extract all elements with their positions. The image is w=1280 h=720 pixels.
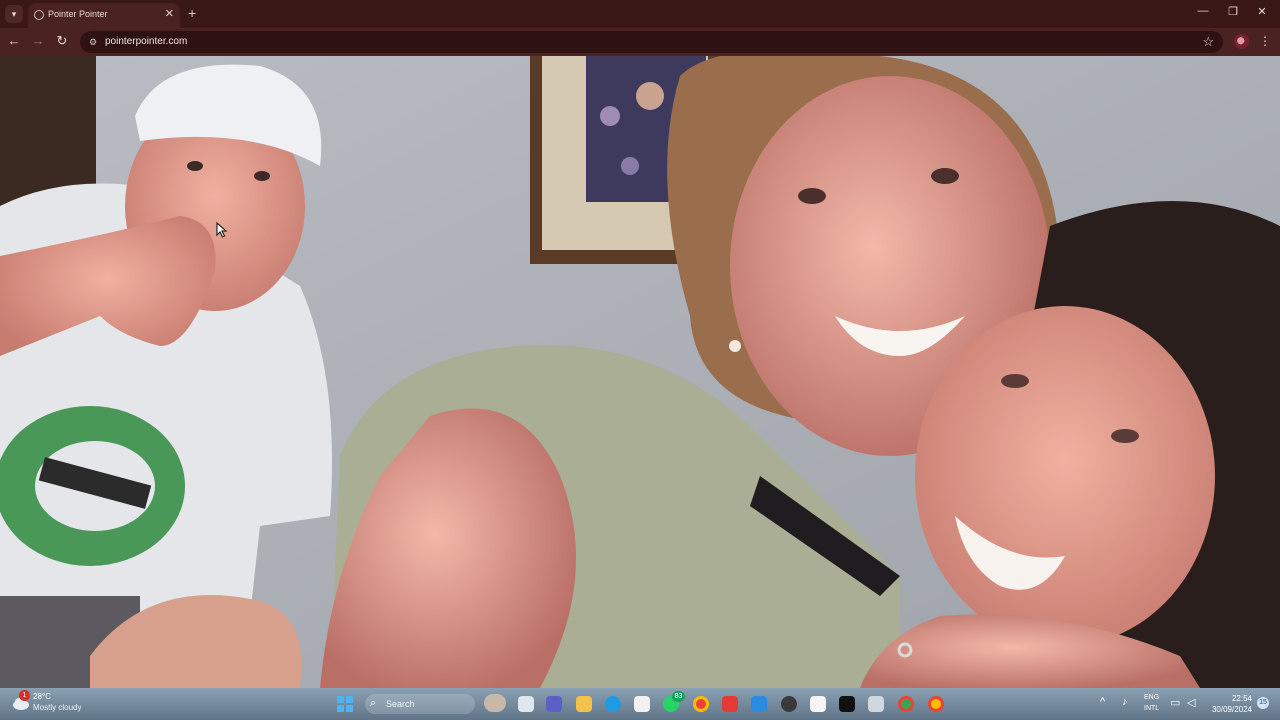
edge-icon[interactable] bbox=[605, 696, 621, 712]
weather-condition[interactable]: Mostly cloudy bbox=[33, 703, 81, 712]
language-indicator[interactable]: ENG bbox=[1144, 694, 1159, 701]
calendar-icon[interactable] bbox=[751, 696, 767, 712]
profile-avatar[interactable] bbox=[1234, 34, 1249, 49]
site-info-icon[interactable]: ⚙ bbox=[87, 36, 99, 48]
taskbar-search[interactable]: ⌕ Search bbox=[365, 694, 475, 714]
windows-taskbar: 1 28°C Mostly cloudy ⌕ Search 83 ^ ♪ ENG… bbox=[0, 688, 1280, 720]
calculator-icon[interactable] bbox=[868, 696, 884, 712]
page-photo[interactable] bbox=[0, 56, 1280, 688]
notification-badge[interactable]: 15 bbox=[1257, 697, 1269, 709]
tab-title: Pointer Pointer bbox=[48, 9, 108, 19]
search-icon: ⌕ bbox=[370, 697, 377, 709]
browser-tab[interactable]: Pointer Pointer ✕ bbox=[28, 3, 180, 28]
chrome-profile-2-icon[interactable] bbox=[928, 696, 944, 712]
weather-temperature[interactable]: 28°C bbox=[33, 692, 51, 701]
minimize-button[interactable]: — bbox=[1195, 5, 1211, 17]
document-icon[interactable] bbox=[810, 696, 826, 712]
clock-date[interactable]: 30/09/2024 bbox=[1202, 705, 1252, 714]
chevron-down-icon: ▾ bbox=[11, 8, 17, 19]
browser-titlebar: ▾ Pointer Pointer ✕ + — ❐ ✕ bbox=[0, 0, 1280, 28]
network-icon[interactable]: ▭ bbox=[1170, 696, 1180, 709]
bookmark-star-icon[interactable]: ☆ bbox=[1202, 34, 1214, 50]
back-button[interactable]: ← bbox=[6, 33, 22, 49]
app-s-icon[interactable] bbox=[722, 696, 738, 712]
tab-search-menu-button[interactable]: ▾ bbox=[5, 5, 23, 23]
mouse-cursor-icon bbox=[216, 222, 228, 238]
tiktok-icon[interactable] bbox=[839, 696, 855, 712]
window-close-button[interactable]: ✕ bbox=[1254, 5, 1270, 18]
close-icon[interactable]: ✕ bbox=[165, 7, 174, 20]
app-dark-icon[interactable] bbox=[781, 696, 797, 712]
widget-thumbnail-icon[interactable] bbox=[484, 694, 506, 712]
keyboard-layout-indicator[interactable]: INTL bbox=[1144, 705, 1159, 712]
globe-icon bbox=[34, 10, 44, 20]
restore-button[interactable]: ❐ bbox=[1225, 5, 1241, 18]
windows-start-icon[interactable] bbox=[337, 696, 353, 712]
store-icon[interactable] bbox=[634, 696, 650, 712]
menu-kebab-icon[interactable]: ⋮ bbox=[1259, 33, 1271, 49]
new-tab-button[interactable]: + bbox=[188, 5, 196, 21]
microphone-icon[interactable]: ♪ bbox=[1122, 696, 1128, 708]
browser-toolbar: ← → ↻ ⚙ pointerpointer.com ☆ bbox=[0, 28, 1280, 56]
photo-illustration bbox=[0, 56, 1280, 688]
meet-icon[interactable] bbox=[546, 696, 562, 712]
weather-alert-badge: 1 bbox=[19, 690, 30, 701]
url-text[interactable]: pointerpointer.com bbox=[105, 36, 187, 47]
whatsapp-badge: 83 bbox=[672, 691, 685, 702]
chrome-profile-icon[interactable] bbox=[898, 696, 914, 712]
clock-time[interactable]: 22:54 bbox=[1212, 694, 1252, 703]
chrome-icon[interactable] bbox=[693, 696, 709, 712]
volume-icon[interactable]: ◁ bbox=[1187, 696, 1195, 709]
chevron-up-icon[interactable]: ^ bbox=[1100, 696, 1105, 708]
forward-button[interactable]: → bbox=[30, 33, 46, 49]
search-label: Search bbox=[386, 699, 415, 709]
file-explorer-icon[interactable] bbox=[576, 696, 592, 712]
task-view-icon[interactable] bbox=[518, 696, 534, 712]
reload-button[interactable]: ↻ bbox=[54, 33, 70, 49]
address-bar[interactable]: ⚙ pointerpointer.com ☆ bbox=[80, 31, 1223, 53]
